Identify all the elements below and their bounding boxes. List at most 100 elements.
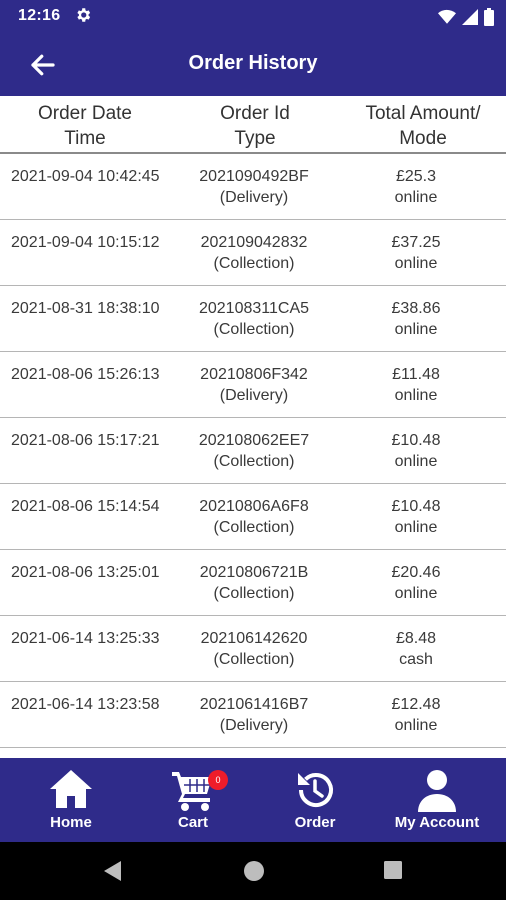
payment-mode: online xyxy=(394,519,438,536)
table-header: Order Date Time Order Id Type Total Amou… xyxy=(0,96,506,154)
nav-cart[interactable]: 0 Cart xyxy=(130,758,256,842)
back-triangle-icon[interactable] xyxy=(103,860,123,887)
order-id-cell: 202106142620 (Collection) xyxy=(170,628,338,670)
order-amount: £8.48 xyxy=(395,630,437,647)
column-header-line: Type xyxy=(234,128,276,149)
gear-icon xyxy=(74,6,92,29)
order-row[interactable]: 2021-08-06 15:26:13 20210806F342 (Deliver… xyxy=(0,352,506,418)
order-type: (Delivery) xyxy=(219,717,289,734)
battery-icon xyxy=(484,8,494,31)
order-datetime: 2021-08-06 13:25:01 xyxy=(11,564,160,581)
order-type: (Delivery) xyxy=(219,387,289,404)
order-id-cell: 2021090492BF (Delivery) xyxy=(170,166,338,208)
payment-mode: cash xyxy=(399,651,433,668)
column-header-line: Time xyxy=(64,128,106,149)
order-id-cell: 202108311CA5 (Collection) xyxy=(170,298,338,340)
order-amount: £38.86 xyxy=(391,300,441,317)
status-bar: 12:16 xyxy=(0,0,506,33)
account-icon xyxy=(374,768,500,812)
order-id: 202106142620 xyxy=(200,630,308,647)
order-row[interactable] xyxy=(0,748,506,758)
order-row[interactable]: 2021-06-14 13:25:33 202106142620 (Collect… xyxy=(0,616,506,682)
payment-mode: online xyxy=(394,387,438,404)
order-amount-cell: £10.48 online xyxy=(340,496,492,538)
order-list[interactable]: 2021-09-04 10:42:45 2021090492BF (Deliver… xyxy=(0,154,506,758)
column-header-line: Order Id xyxy=(220,103,290,124)
nav-order[interactable]: Order xyxy=(252,758,378,842)
column-header-line: Mode xyxy=(399,128,447,149)
order-datetime: 2021-09-04 10:15:12 xyxy=(11,234,160,251)
order-type: (Delivery) xyxy=(219,189,289,206)
order-datetime: 2021-08-31 18:38:10 xyxy=(11,300,160,317)
home-icon xyxy=(8,768,134,812)
payment-mode: online xyxy=(394,189,438,206)
order-id-cell: 2021061416B7 (Delivery) xyxy=(170,694,338,736)
order-datetime: 2021-08-06 15:14:54 xyxy=(11,498,160,515)
order-row[interactable]: 2021-06-14 13:23:58 2021061416B7 (Deliver… xyxy=(0,682,506,748)
column-header-order-date: Order Date Time xyxy=(0,101,170,151)
app-bar: Order History xyxy=(0,33,506,96)
nav-label: Cart xyxy=(177,814,208,831)
order-datetime: 2021-06-14 13:23:58 xyxy=(11,696,160,713)
recents-square-icon[interactable] xyxy=(383,860,403,885)
column-header-line: Order Date xyxy=(38,103,132,124)
order-type: (Collection) xyxy=(213,453,295,470)
order-id: 2021090492BF xyxy=(199,168,309,185)
wifi-icon xyxy=(438,9,456,30)
order-amount-cell: £38.86 online xyxy=(340,298,492,340)
payment-mode: online xyxy=(394,585,438,602)
nav-label: My Account xyxy=(394,814,480,831)
system-nav-bar xyxy=(0,842,506,900)
order-id: 20210806721B xyxy=(199,564,309,581)
history-icon xyxy=(252,768,378,812)
order-id-cell: 20210806721B (Collection) xyxy=(170,562,338,604)
nav-home[interactable]: Home xyxy=(8,758,134,842)
order-id: 202109042832 xyxy=(200,234,308,251)
order-id: 20210806F342 xyxy=(200,366,308,383)
column-header-line: Total Amount/ xyxy=(365,103,481,124)
order-amount-cell: £11.48 online xyxy=(340,364,492,406)
order-id: 202108062EE7 xyxy=(198,432,310,449)
order-amount: £37.25 xyxy=(391,234,441,251)
order-row[interactable]: 2021-09-04 10:42:45 2021090492BF (Deliver… xyxy=(0,154,506,220)
order-row[interactable]: 2021-08-31 18:38:10 202108311CA5 (Collect… xyxy=(0,286,506,352)
cart-badge: 0 xyxy=(208,770,228,790)
home-circle-icon[interactable] xyxy=(243,860,265,887)
page-title: Order History xyxy=(188,52,318,74)
order-id: 20210806A6F8 xyxy=(199,498,309,515)
order-id: 2021061416B7 xyxy=(199,696,309,713)
order-amount-cell: £37.25 online xyxy=(340,232,492,274)
order-id-cell: 20210806F342 (Delivery) xyxy=(170,364,338,406)
order-amount-cell: £20.46 online xyxy=(340,562,492,604)
order-id-cell: 202109042832 (Collection) xyxy=(170,232,338,274)
payment-mode: online xyxy=(394,453,438,470)
status-time: 12:16 xyxy=(18,7,61,24)
order-amount: £11.48 xyxy=(392,366,440,383)
order-amount-cell: £12.48 online xyxy=(340,694,492,736)
payment-mode: online xyxy=(394,717,438,734)
order-amount: £12.48 xyxy=(391,696,441,713)
order-amount: £10.48 xyxy=(391,432,441,449)
order-amount-cell: £25.3 online xyxy=(340,166,492,208)
order-datetime: 2021-06-14 13:25:33 xyxy=(11,630,160,647)
order-type: (Collection) xyxy=(213,321,295,338)
order-amount: £10.48 xyxy=(391,498,441,515)
payment-mode: online xyxy=(394,321,438,338)
signal-icon xyxy=(462,9,478,30)
order-type: (Collection) xyxy=(213,585,295,602)
order-row[interactable]: 2021-09-04 10:15:12 202109042832 (Collect… xyxy=(0,220,506,286)
order-datetime: 2021-08-06 15:17:21 xyxy=(11,432,160,449)
order-row[interactable]: 2021-08-06 15:14:54 20210806A6F8 (Collect… xyxy=(0,484,506,550)
nav-my-account[interactable]: My Account xyxy=(374,758,500,842)
payment-mode: online xyxy=(394,255,438,272)
order-type: (Collection) xyxy=(213,651,295,668)
order-row[interactable]: 2021-08-06 13:25:01 20210806721B (Collect… xyxy=(0,550,506,616)
order-row[interactable]: 2021-08-06 15:17:21 202108062EE7 (Collect… xyxy=(0,418,506,484)
column-header-total-amount: Total Amount/ Mode xyxy=(340,101,506,151)
order-amount-cell: £10.48 online xyxy=(340,430,492,472)
order-type: (Collection) xyxy=(213,519,295,536)
cart-icon xyxy=(130,768,256,812)
order-type: (Collection) xyxy=(213,255,295,272)
order-id-cell: 20210806A6F8 (Collection) xyxy=(170,496,338,538)
bottom-nav: Home 0 Cart Order My Account xyxy=(0,758,506,842)
